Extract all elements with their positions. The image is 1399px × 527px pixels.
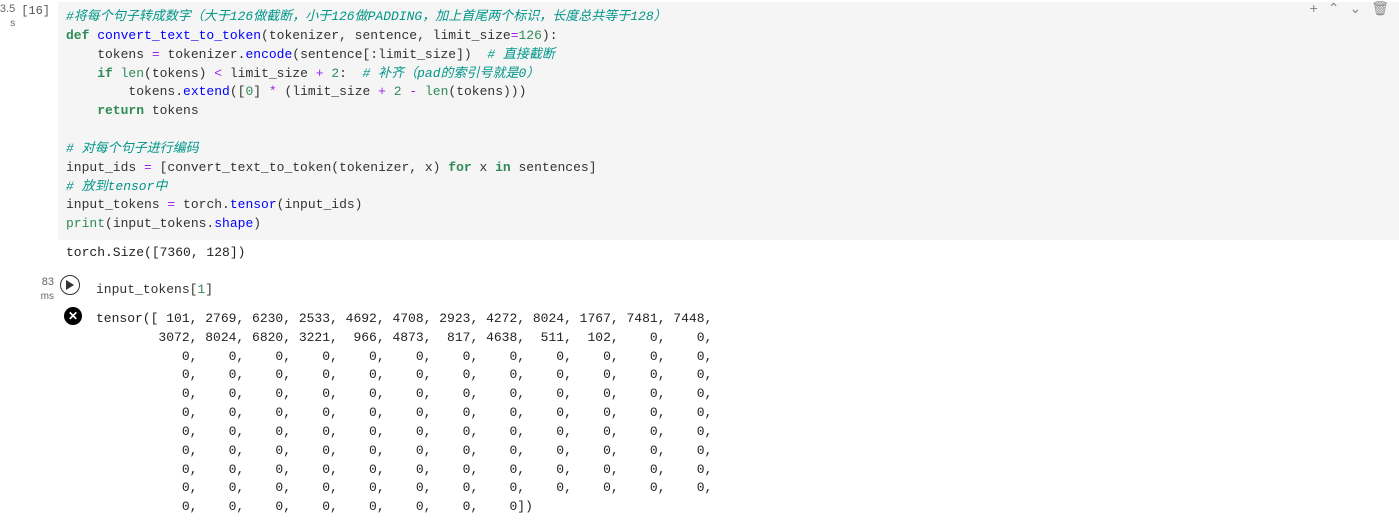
exec-count: [16] bbox=[21, 4, 50, 20]
exec-time: 83ms bbox=[0, 275, 54, 304]
run-button[interactable] bbox=[60, 275, 80, 295]
move-down-icon[interactable]: ⌄ bbox=[1349, 0, 1361, 17]
code-input[interactable]: #将每个句子转成数字（大于126做截断，小于126做PADDING，加上首尾两个… bbox=[58, 2, 1399, 240]
play-icon bbox=[66, 280, 74, 290]
exec-time: 3.5s bbox=[0, 2, 15, 31]
code-input[interactable]: input_tokens[1] bbox=[88, 275, 1399, 306]
delete-cell-icon[interactable]: 🗑 bbox=[1371, 0, 1389, 17]
code-cell-1: + ⌃ ⌄ 🗑 3.5s [16] #将每个句子转成数字（大于126做截断，小于… bbox=[0, 0, 1399, 273]
code-cell-2: 83ms ✕ input_tokens[1] tensor([ 101, 276… bbox=[0, 273, 1399, 527]
cell-toolbar: + ⌃ ⌄ 🗑 bbox=[1310, 0, 1389, 17]
cell-output: torch.Size([7360, 128]) bbox=[58, 240, 1399, 271]
cell-gutter: 3.5s [16] bbox=[0, 2, 58, 271]
move-up-icon[interactable]: ⌃ bbox=[1328, 0, 1340, 17]
error-icon: ✕ bbox=[64, 307, 82, 325]
cell-gutter: 83ms bbox=[0, 275, 58, 525]
add-cell-icon[interactable]: + bbox=[1310, 0, 1318, 17]
cell-output: tensor([ 101, 2769, 6230, 2533, 4692, 47… bbox=[88, 306, 1399, 525]
